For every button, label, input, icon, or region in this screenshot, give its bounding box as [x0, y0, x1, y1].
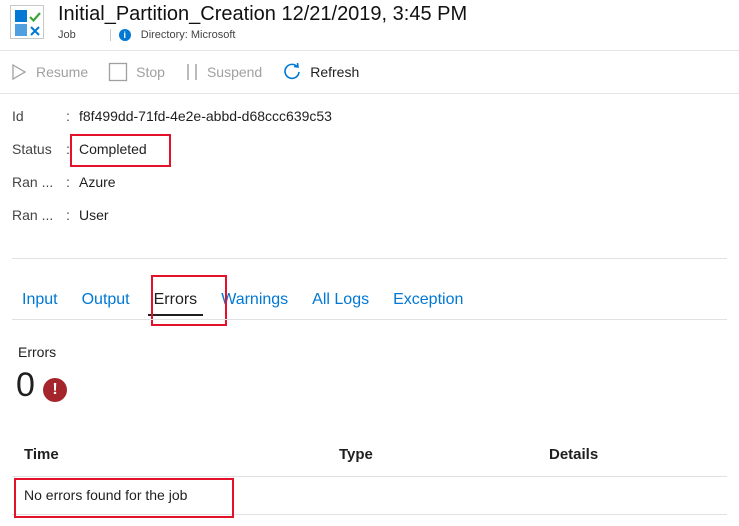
property-ran-on: Ran ... : Azure: [12, 166, 732, 199]
empty-message-highlight: [14, 478, 234, 518]
property-key: Status: [12, 141, 52, 157]
table-header-divider: [12, 476, 727, 477]
property-key: Ran ...: [12, 207, 54, 223]
tab-exception[interactable]: Exception: [383, 285, 473, 317]
tab-divider: [12, 319, 727, 320]
status-highlight: [70, 134, 171, 167]
refresh-button[interactable]: Refresh: [282, 62, 359, 82]
property-id: Id : f8f499dd-71fd-4e2e-abbd-d68ccc639c5…: [12, 100, 732, 133]
property-value: Azure: [79, 174, 116, 190]
pause-icon: [187, 64, 197, 80]
job-icon: [10, 5, 44, 39]
error-icon: !: [43, 378, 67, 402]
property-ran-as: Ran ... : User: [12, 199, 732, 232]
info-icon: i: [118, 29, 131, 41]
property-value: f8f499dd-71fd-4e2e-abbd-d68ccc639c53: [79, 108, 332, 124]
property-key: Id: [12, 108, 24, 124]
property-separator: :: [66, 207, 70, 223]
resource-type: Job: [58, 29, 76, 41]
suspend-button[interactable]: Suspend: [185, 63, 262, 81]
page-subtitle: Job i Directory: Microsoft: [58, 29, 236, 41]
column-header-time[interactable]: Time: [24, 446, 59, 463]
tab-output[interactable]: Output: [72, 285, 140, 317]
column-header-type[interactable]: Type: [339, 446, 373, 463]
property-separator: :: [66, 108, 70, 124]
errors-label: Errors: [18, 344, 57, 360]
tab-all-logs[interactable]: All Logs: [302, 285, 379, 317]
suspend-label: Suspend: [206, 64, 263, 80]
directory-label: Directory: Microsoft: [140, 29, 236, 41]
blade-header: Initial_Partition_Creation 12/21/2019, 3…: [0, 0, 739, 46]
refresh-icon: [284, 62, 301, 80]
section-divider: [12, 258, 727, 259]
play-icon: [12, 63, 27, 81]
column-header-details[interactable]: Details: [549, 446, 598, 463]
page-title: Initial_Partition_Creation 12/21/2019, 3…: [58, 3, 468, 25]
resume-button[interactable]: Resume: [10, 63, 88, 81]
stop-label: Stop: [136, 64, 165, 80]
stop-icon: [108, 62, 128, 82]
refresh-label: Refresh: [310, 64, 360, 80]
errors-count: 0: [16, 366, 35, 404]
command-bar: Resume Stop Suspend Refresh: [0, 50, 739, 94]
tab-input[interactable]: Input: [12, 285, 68, 317]
subtitle-divider: [109, 29, 111, 41]
tab-bar: Input Output Errors Warnings All Logs Ex…: [12, 285, 477, 319]
property-value: User: [79, 207, 109, 223]
property-key: Ran ...: [12, 174, 54, 190]
stop-button[interactable]: Stop: [108, 62, 165, 82]
property-separator: :: [66, 174, 70, 190]
resume-label: Resume: [36, 64, 89, 80]
